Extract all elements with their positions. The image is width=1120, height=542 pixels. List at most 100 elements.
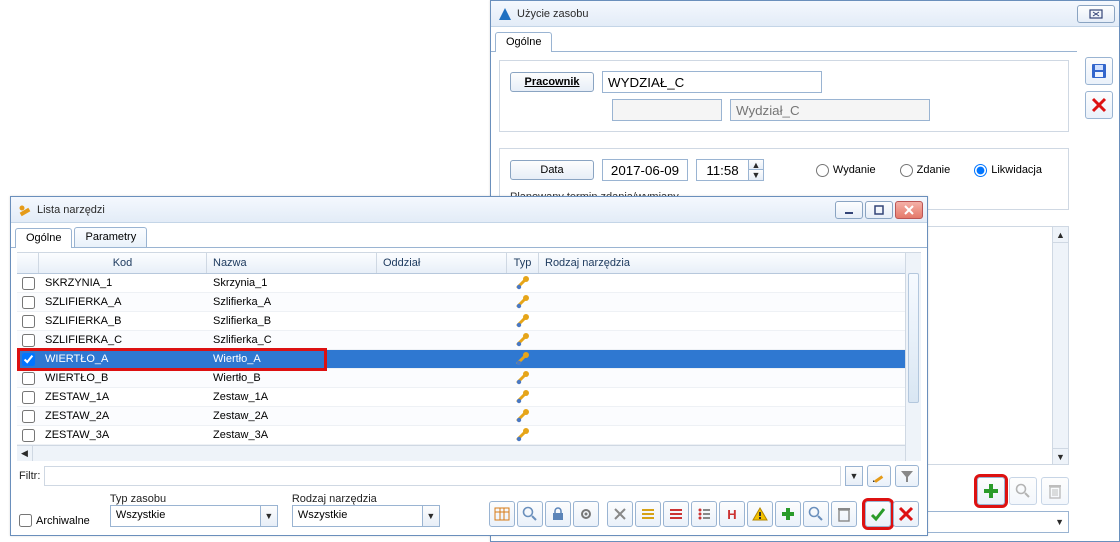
window-lista-narzedzi: Lista narzędzi Ogólne Parametry Kod Nazw… <box>10 196 928 536</box>
table-row[interactable]: ZESTAW_1AZestaw_1A <box>17 388 921 407</box>
table-row[interactable]: ZESTAW_2AZestaw_2A <box>17 407 921 426</box>
x-red-icon <box>898 506 914 522</box>
tb-del[interactable] <box>831 501 857 527</box>
close-button[interactable] <box>895 201 923 219</box>
magnifier-icon <box>522 506 538 522</box>
maximize-button[interactable] <box>865 201 893 219</box>
wydzial-field <box>730 99 930 121</box>
rodzaj-arrow[interactable]: ▼ <box>422 505 440 527</box>
time-stepper[interactable]: ▲ ▼ <box>696 159 764 181</box>
table-row[interactable]: SZLIFIERKA_BSzlifierka_B <box>17 312 921 331</box>
tb-zoom[interactable] <box>517 501 543 527</box>
tb-list3[interactable] <box>691 501 717 527</box>
save-button[interactable] <box>1085 57 1113 85</box>
hscroll-left[interactable]: ◀ <box>17 446 33 462</box>
col-kod[interactable]: Kod <box>39 253 207 273</box>
search-item-button[interactable] <box>1009 477 1037 505</box>
radio-zdanie[interactable]: Zdanie <box>900 164 951 177</box>
filter-funnel-button[interactable] <box>895 465 919 487</box>
radio-likwidacja[interactable]: Likwidacja <box>974 164 1042 177</box>
col-check[interactable] <box>17 253 39 273</box>
time-field[interactable] <box>696 159 748 181</box>
titlebar[interactable]: Lista narzędzi <box>11 197 927 223</box>
cell-typ-icon <box>507 332 539 348</box>
typ-zasobu-arrow[interactable]: ▼ <box>260 505 278 527</box>
row-checkbox[interactable] <box>17 350 39 369</box>
tb-cancel[interactable] <box>893 501 919 527</box>
tb-list2[interactable] <box>663 501 689 527</box>
bullets-icon <box>696 506 712 522</box>
rodzaj-combo[interactable]: Wszystkie ▼ <box>292 505 440 527</box>
table-row[interactable]: SZLIFIERKA_CSzlifierka_C <box>17 331 921 350</box>
row-checkbox[interactable] <box>17 331 39 350</box>
col-oddzial[interactable]: Oddział <box>377 253 507 273</box>
scroll-up[interactable]: ▲ <box>1053 227 1068 243</box>
add-item-button[interactable] <box>977 477 1005 505</box>
tb-add[interactable] <box>775 501 801 527</box>
radio-wydanie[interactable]: Wydanie <box>816 164 876 177</box>
filter-input[interactable] <box>44 466 841 486</box>
pencil-icon <box>872 469 886 483</box>
cell-nazwa: Zestaw_2A <box>207 410 377 422</box>
row-checkbox[interactable] <box>17 369 39 388</box>
time-down[interactable]: ▼ <box>749 170 763 180</box>
delete-item-button[interactable] <box>1041 477 1069 505</box>
pracownik-button[interactable]: Pracownik <box>510 72 594 92</box>
tab-bar: Ogólne <box>491 27 1077 52</box>
table-row[interactable]: ZESTAW_3AZestaw_3A <box>17 426 921 445</box>
date-field[interactable] <box>602 159 688 181</box>
tb-search[interactable] <box>803 501 829 527</box>
row-checkbox[interactable] <box>17 274 39 293</box>
tb-columns[interactable] <box>489 501 515 527</box>
row-checkbox[interactable] <box>17 388 39 407</box>
radio-likwidacja-label: Likwidacja <box>991 164 1042 176</box>
table-row[interactable]: SZLIFIERKA_ASzlifierka_A <box>17 293 921 312</box>
window-close-button[interactable] <box>1077 5 1115 23</box>
table-row[interactable]: WIERTŁO_BWiertło_B <box>17 369 921 388</box>
pracownik-field[interactable] <box>602 71 822 93</box>
col-rodzaj[interactable]: Rodzaj narzędzia <box>539 253 921 273</box>
h-icon: H <box>727 507 736 522</box>
titlebar[interactable]: Użycie zasobu <box>491 1 1119 27</box>
row-checkbox[interactable] <box>17 312 39 331</box>
cell-kod: ZESTAW_2A <box>39 410 207 422</box>
scroll-down[interactable]: ▼ <box>1053 448 1068 464</box>
tab-parametry[interactable]: Parametry <box>74 227 147 247</box>
gear-icon <box>578 506 594 522</box>
filter-edit-button[interactable] <box>867 465 891 487</box>
table-row[interactable]: WIERTŁO_AWiertło_A <box>17 350 921 369</box>
row-checkbox[interactable] <box>17 426 39 445</box>
row-checkbox[interactable] <box>17 407 39 426</box>
columns-icon <box>494 506 510 522</box>
filter-dropdown[interactable]: ▼ <box>845 466 863 486</box>
row-checkbox[interactable] <box>17 293 39 312</box>
time-up[interactable]: ▲ <box>749 160 763 170</box>
archival-checkbox[interactable]: Archiwalne <box>19 514 90 527</box>
minimize-button[interactable] <box>835 201 863 219</box>
trash-icon <box>1048 483 1062 499</box>
tb-confirm[interactable] <box>865 501 891 527</box>
col-nazwa[interactable]: Nazwa <box>207 253 377 273</box>
radio-zdanie-label: Zdanie <box>917 164 951 176</box>
tb-lock[interactable] <box>545 501 571 527</box>
data-button[interactable]: Data <box>510 160 594 180</box>
tools-icon <box>612 506 628 522</box>
tb-hist[interactable]: H <box>719 501 745 527</box>
tb-gear[interactable] <box>573 501 599 527</box>
cell-kod: ZESTAW_3A <box>39 429 207 441</box>
cell-kod: SZLIFIERKA_B <box>39 315 207 327</box>
tool-grid: Kod Nazwa Oddział Typ Rodzaj narzędzia S… <box>17 252 921 461</box>
tab-ogolne[interactable]: Ogólne <box>495 32 552 52</box>
typ-zasobu-label: Typ zasobu <box>110 493 278 505</box>
tab-ogolne[interactable]: Ogólne <box>15 228 72 248</box>
tb-list1[interactable] <box>635 501 661 527</box>
grid-vscroll[interactable] <box>905 253 921 461</box>
col-typ[interactable]: Typ <box>507 253 539 273</box>
vertical-scrollbar[interactable]: ▲ ▼ <box>1052 227 1068 464</box>
typ-zasobu-combo[interactable]: Wszystkie ▼ <box>110 505 278 527</box>
table-row[interactable]: SKRZYNIA_1Skrzynia_1 <box>17 274 921 293</box>
grid-hscroll[interactable]: ◀ ▶ <box>17 445 921 461</box>
cancel-button[interactable] <box>1085 91 1113 119</box>
tb-tools[interactable] <box>607 501 633 527</box>
tb-warn[interactable] <box>747 501 773 527</box>
